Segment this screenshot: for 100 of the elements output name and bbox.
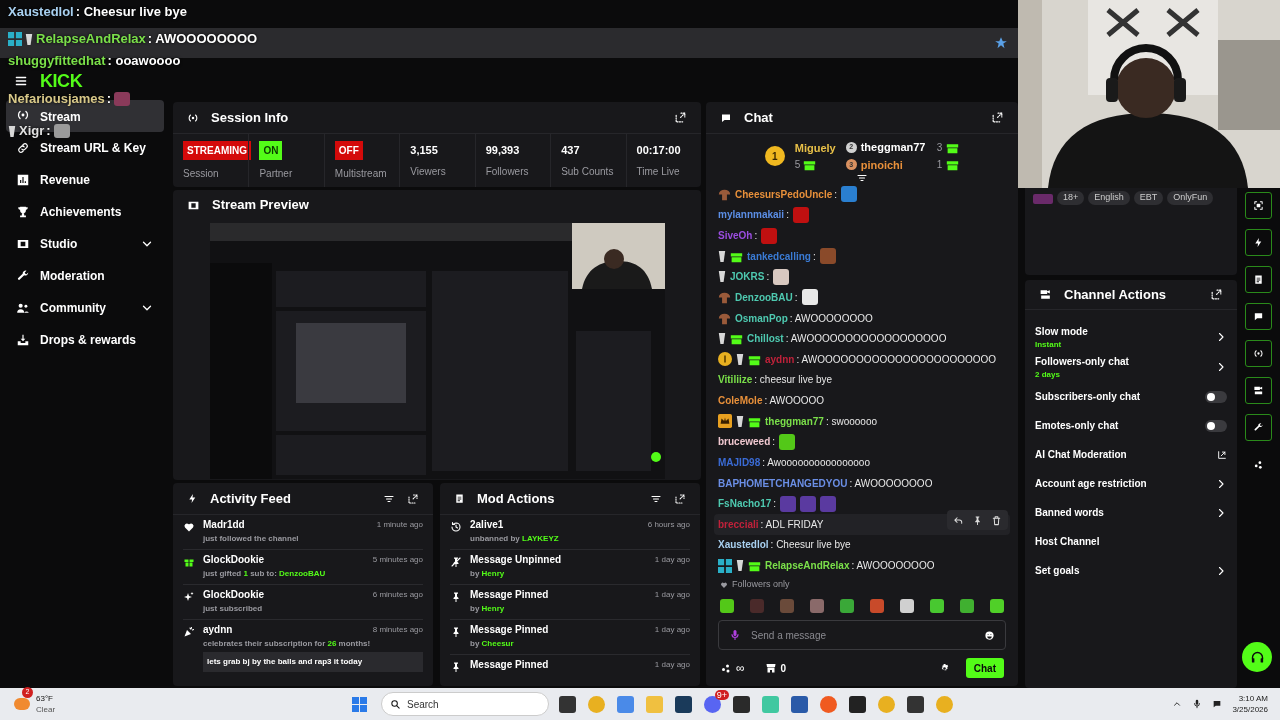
expand-icon[interactable] xyxy=(674,111,687,124)
expand-icon[interactable] xyxy=(991,111,1004,124)
rail-button[interactable] xyxy=(1245,266,1272,293)
pin-icon[interactable] xyxy=(972,514,983,526)
chat-username[interactable]: Chillost xyxy=(747,331,784,347)
expand-icon[interactable] xyxy=(1210,288,1223,301)
menu-icon[interactable] xyxy=(14,74,28,88)
panel-title: Mod Actions xyxy=(477,489,556,508)
feed-item-detail: unbanned by LAYKEYZ xyxy=(470,533,560,545)
gift-count: 3 xyxy=(936,140,943,155)
microphone-icon[interactable] xyxy=(1192,699,1203,709)
stat-label: Sub Counts xyxy=(561,165,615,180)
people-icon xyxy=(16,301,30,315)
chat-username[interactable]: ColeMole xyxy=(718,393,763,409)
clock-date: 3/25/2026 xyxy=(1232,704,1268,715)
app-icon[interactable] xyxy=(675,695,692,713)
mushroom-icon xyxy=(718,290,731,304)
chat-username[interactable]: DenzooBAU xyxy=(735,289,793,305)
stat-value: 99,393 xyxy=(485,142,521,158)
chat-username[interactable]: FsNacho17 xyxy=(718,496,772,512)
smiley-icon[interactable] xyxy=(984,629,995,641)
chat-username[interactable]: BAPHOMETCHANGEDYOU xyxy=(718,475,848,491)
app-icon[interactable] xyxy=(733,695,750,713)
support-button[interactable] xyxy=(1242,642,1272,672)
sidebar-item[interactable]: Studio xyxy=(6,228,164,260)
chat-message: : xyxy=(773,497,777,512)
filter-icon[interactable] xyxy=(856,172,868,184)
sidebar-item[interactable]: Drops & rewards xyxy=(6,324,164,356)
action-label[interactable]: Set goals xyxy=(1035,563,1215,578)
chat-bubble-icon[interactable] xyxy=(1212,699,1223,709)
tag[interactable]: EBT xyxy=(1133,191,1164,205)
chat-username[interactable]: theggman77 xyxy=(765,413,824,429)
resub-message: lets grab bj by the balls and rap3 it today xyxy=(203,652,423,672)
chat-username[interactable]: SiveOh xyxy=(718,228,753,244)
chat-message: : cheesur live bye xyxy=(754,373,833,388)
weather-condition: Clear xyxy=(36,704,56,715)
action-label[interactable]: AI Chat Moderation xyxy=(1035,447,1217,462)
message-input[interactable]: Send a message xyxy=(751,627,974,643)
wrench-icon xyxy=(16,269,30,283)
chat-username[interactable]: tankedcalling xyxy=(747,248,811,264)
feed-item-title: 2alive1 xyxy=(470,519,504,531)
trash-icon[interactable] xyxy=(991,514,1002,526)
chat-username[interactable]: OsmanPop xyxy=(735,310,788,326)
feed-item-title: GlockDookie xyxy=(203,589,265,601)
feed-item-time: 5 minutes ago xyxy=(372,554,423,566)
action-label[interactable]: Followers-only chat xyxy=(1035,353,1215,369)
rail-button[interactable] xyxy=(1245,303,1272,330)
tag[interactable]: 18+ xyxy=(1057,191,1085,205)
action-label[interactable]: Subscribers-only chat xyxy=(1035,389,1205,404)
star-icon[interactable] xyxy=(994,36,1008,50)
kick-logo[interactable]: KICK xyxy=(40,72,83,90)
chat-message: : Awoooooooooooooooo xyxy=(762,455,870,470)
action-label[interactable]: Banned words xyxy=(1035,505,1215,520)
chat-username[interactable]: MAJID98 xyxy=(718,454,761,470)
wrench-icon xyxy=(1253,422,1264,433)
reply-icon[interactable] xyxy=(953,514,964,526)
sidebar-item[interactable]: Achievements xyxy=(6,196,164,228)
taskbar-search[interactable]: Search xyxy=(381,692,549,716)
rail-button[interactable] xyxy=(1245,192,1272,219)
tag[interactable]: OnlyFun xyxy=(1167,191,1214,205)
chat-username[interactable]: Xaustedlol xyxy=(718,537,769,553)
stat-value: 3,155 xyxy=(410,142,439,158)
chevron-up-icon[interactable] xyxy=(1172,699,1183,709)
app-icon[interactable] xyxy=(849,695,866,713)
tile-icon xyxy=(718,558,732,573)
overlay-chat-message: : Cheesur live bye xyxy=(75,4,188,20)
app-icon[interactable] xyxy=(559,695,576,713)
action-label[interactable]: Emotes-only chat xyxy=(1035,418,1205,433)
chat-username[interactable]: Vitiliize xyxy=(718,372,753,388)
chat-username[interactable]: JOKRS xyxy=(730,269,765,285)
action-label[interactable]: Account age restriction xyxy=(1035,476,1215,491)
app-icon[interactable] xyxy=(907,695,924,713)
panel-title: Session Info xyxy=(211,108,290,127)
dots-icon[interactable] xyxy=(720,662,732,674)
action-label[interactable]: Host Channel xyxy=(1035,534,1227,549)
chat-username[interactable]: mylannmakaii xyxy=(718,207,785,223)
store-icon[interactable] xyxy=(764,662,777,674)
message-field[interactable]: Send a message xyxy=(718,620,1006,650)
tag[interactable]: English xyxy=(1088,191,1130,205)
stat-value: 00:17:00 xyxy=(636,142,682,158)
rail-button[interactable] xyxy=(1245,414,1272,441)
sidebar-item[interactable]: Revenue xyxy=(6,164,164,196)
send-chat-button[interactable]: Chat xyxy=(965,658,1004,678)
expand-icon[interactable] xyxy=(407,492,419,505)
chat-message: : xyxy=(786,208,789,223)
search-input[interactable]: Search xyxy=(407,696,540,712)
external-link-icon[interactable] xyxy=(1217,449,1227,460)
chat-username[interactable]: CheesursPedoUncle xyxy=(735,186,833,202)
rank-medal: 1 xyxy=(764,146,785,166)
sidebar-item[interactable]: Community xyxy=(6,292,164,324)
sidebar-item[interactable]: Moderation xyxy=(6,260,164,292)
gift-icon xyxy=(748,559,761,573)
expand-icon[interactable] xyxy=(674,492,686,505)
chat-username[interactable]: bruceweed xyxy=(718,434,771,450)
rail-button[interactable] xyxy=(1245,377,1272,404)
toggle-switch[interactable] xyxy=(1205,419,1227,432)
toggle-switch[interactable] xyxy=(1205,390,1227,403)
chat-username[interactable]: RelapseAndRelax xyxy=(765,558,850,574)
action-label[interactable]: Slow mode xyxy=(1035,323,1215,339)
start-icon[interactable] xyxy=(352,696,367,712)
